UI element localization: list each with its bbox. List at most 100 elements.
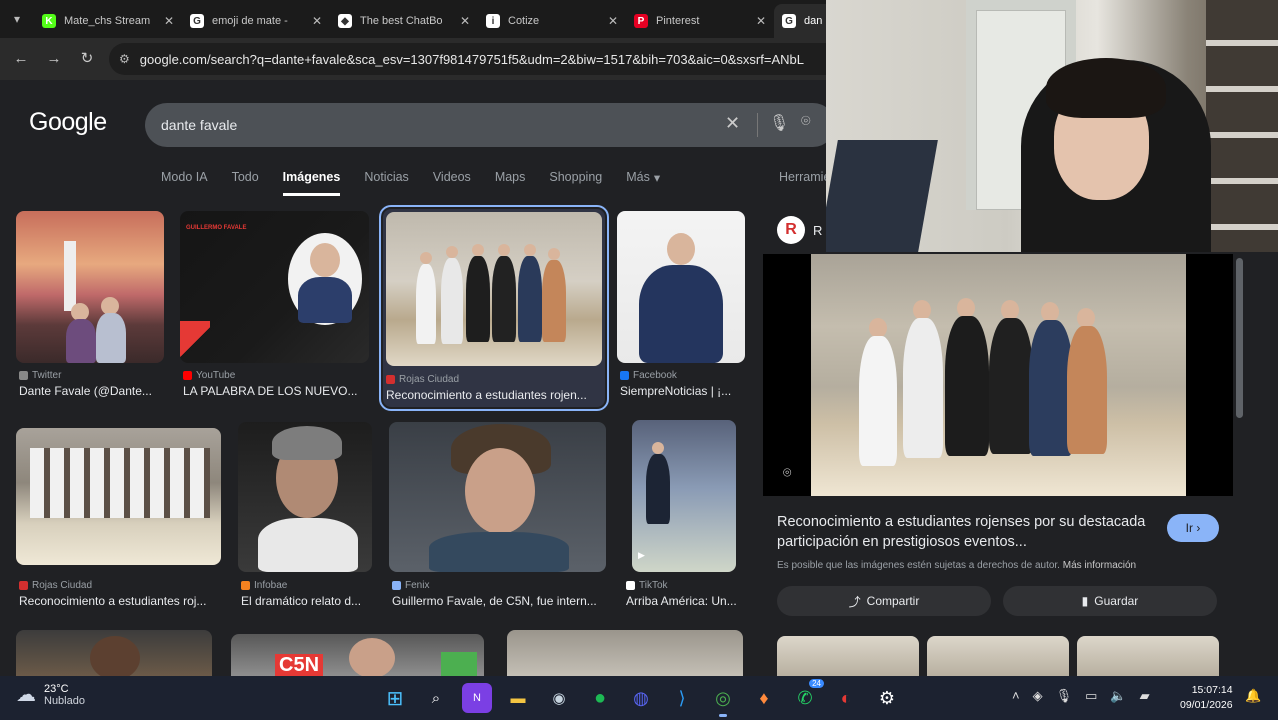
volume-icon[interactable]: 🔈 [1110, 688, 1126, 704]
nav-tab[interactable]: Modo IA [161, 170, 208, 196]
tools-button[interactable]: Herramie [779, 170, 830, 184]
preview-title[interactable]: Reconocimiento a estudiantes rojenses po… [777, 512, 1157, 552]
search-icon[interactable]: ⌕ [421, 683, 451, 713]
clear-icon[interactable]: ✕ [725, 113, 740, 134]
result-card[interactable]: Fenix Guillermo Favale, de C5N, fue inte… [389, 422, 606, 614]
browser-tab[interactable]: P Pinterest ✕ [626, 4, 774, 38]
nav-tab[interactable]: Videos [433, 170, 471, 196]
tab-close-icon[interactable]: ✕ [608, 14, 618, 28]
scrollbar[interactable] [1236, 258, 1243, 418]
tab-label: Cotize [508, 15, 540, 27]
result-card[interactable]: Rojas Ciudad Reconocimiento a estudiante… [16, 428, 221, 614]
chevron-up-icon[interactable]: ˄ [1012, 688, 1020, 704]
search-input[interactable]: dante favale [161, 117, 237, 133]
result-card-selected[interactable]: Rojas Ciudad Reconocimiento a estudiante… [379, 205, 609, 411]
site-info-icon[interactable]: ⚙ [119, 52, 130, 66]
result-image[interactable]: ▶ [632, 420, 736, 572]
browser-tab[interactable]: Gemoji de mate - ✕ [182, 4, 330, 38]
save-button[interactable]: ▮ Guardar [1003, 586, 1217, 616]
result-image[interactable] [386, 212, 602, 366]
lens-search-icon[interactable]: ⌾ [783, 464, 791, 481]
reload-icon[interactable]: ↻ [76, 48, 98, 70]
result-card[interactable]: C5N [231, 634, 484, 676]
source-favicon [386, 375, 395, 384]
result-title[interactable]: LA PALABRA DE LOS NUEVO... [183, 384, 369, 398]
nav-tab[interactable]: Todo [232, 170, 259, 196]
result-image[interactable]: C5N [231, 634, 484, 676]
result-image[interactable] [507, 630, 743, 676]
forward-icon[interactable]: → [43, 48, 65, 70]
nav-tab[interactable]: Shopping [549, 170, 602, 196]
go-button[interactable]: Ir › [1167, 514, 1219, 542]
nav-tab[interactable]: Más [626, 170, 650, 196]
tab-close-icon[interactable]: ✕ [460, 14, 470, 28]
weather-widget[interactable]: ☁ 23°C Nublado [16, 682, 85, 707]
more-chevron-icon: ▾ [653, 171, 661, 185]
result-source: Facebook [620, 370, 677, 381]
file-explorer-icon[interactable]: ▬ [503, 683, 533, 713]
browser-tab[interactable]: K Mate_chs Stream ✕ [34, 4, 182, 38]
result-title[interactable]: SiempreNoticias | ¡... [620, 384, 745, 398]
onenote-icon[interactable]: N [462, 683, 492, 713]
settings-gear-icon[interactable]: ⚙ [872, 683, 902, 713]
steam-icon[interactable]: ◉ [544, 683, 574, 713]
share-button[interactable]: ⤴ Compartir [777, 586, 991, 616]
tray-app-icon[interactable]: ◈ [1033, 688, 1043, 704]
result-title[interactable]: Reconocimiento a estudiantes rojen... [386, 388, 598, 402]
result-image[interactable] [389, 422, 606, 572]
related-image[interactable] [927, 636, 1069, 676]
browser-tab[interactable]: ◆ The best ChatBo ✕ [330, 4, 478, 38]
result-image[interactable] [16, 211, 164, 363]
result-image[interactable]: GUILLERMO FAVALE [180, 211, 369, 363]
spotify-icon[interactable]: ● [585, 683, 615, 713]
result-title[interactable]: Reconocimiento a estudiantes roj... [19, 594, 219, 608]
discord-icon[interactable]: ◍ [626, 683, 656, 713]
mic-tray-icon[interactable]: 🎙 [1056, 688, 1073, 704]
tab-close-icon[interactable]: ✕ [756, 14, 766, 28]
battery-icon[interactable]: ▰ [1140, 688, 1150, 704]
result-card[interactable] [16, 630, 212, 676]
tab-close-icon[interactable]: ✕ [312, 14, 322, 28]
notification-bell-icon[interactable]: 🔔 [1245, 688, 1261, 704]
display-icon[interactable]: ▭ [1085, 688, 1097, 704]
result-image[interactable] [16, 428, 221, 565]
browser-tab[interactable]: i Cotize ✕ [478, 4, 626, 38]
nav-tab[interactable]: Maps [495, 170, 526, 196]
related-image[interactable] [777, 636, 919, 676]
result-card[interactable]: Infobae El dramático relato d... [238, 422, 372, 614]
source-favicon [183, 371, 192, 380]
chrome-icon[interactable]: ◎ [708, 683, 738, 717]
nav-tab[interactable]: Imágenes [282, 170, 341, 196]
preview-source[interactable]: R R [777, 216, 822, 244]
result-title[interactable]: El dramático relato d... [241, 594, 371, 608]
result-card[interactable]: ▶ TikTok Arriba América: Un... [623, 420, 739, 614]
fl-studio-icon[interactable]: ♦ [749, 683, 779, 713]
more-info-link[interactable]: Más información [1063, 560, 1136, 571]
tab-favicon: i [486, 14, 500, 28]
windows-start-icon[interactable]: ⊞ [380, 683, 410, 713]
result-card[interactable]: GUILLERMO FAVALE YouTube LA PALABRA DE L… [180, 211, 369, 401]
result-card[interactable] [507, 630, 743, 676]
tab-close-icon[interactable]: ✕ [164, 14, 174, 28]
mic-icon[interactable]: 🎙 [769, 113, 789, 133]
result-image[interactable] [16, 630, 212, 676]
result-image[interactable] [238, 422, 372, 572]
vscode-icon[interactable]: ⟩ [667, 683, 697, 713]
result-title[interactable]: Arriba América: Un... [626, 594, 742, 608]
result-title[interactable]: Dante Favale (@Dante... [19, 384, 164, 398]
recording-app-icon[interactable]: ◐ [831, 683, 861, 713]
result-card[interactable]: Twitter Dante Favale (@Dante... [16, 211, 164, 401]
google-logo[interactable]: Google [29, 108, 107, 137]
related-image[interactable] [1077, 636, 1219, 676]
tab-search-icon[interactable]: ▾ [6, 8, 28, 30]
search-box[interactable]: dante favale ✕ 🎙 ⌾ [145, 103, 835, 147]
whatsapp-icon[interactable]: ✆ 24 [790, 679, 824, 713]
result-title[interactable]: Guillermo Favale, de C5N, fue intern... [392, 594, 604, 608]
result-image[interactable] [617, 211, 745, 363]
nav-tab[interactable]: Noticias [364, 170, 408, 196]
clock[interactable]: 15:07:14 09/01/2026 [1180, 683, 1233, 713]
lens-icon[interactable]: ⌾ [801, 113, 811, 131]
preview-image[interactable]: ⌾ [763, 254, 1233, 496]
result-card[interactable]: Facebook SiempreNoticias | ¡... [617, 211, 745, 401]
back-icon[interactable]: ← [10, 48, 32, 70]
